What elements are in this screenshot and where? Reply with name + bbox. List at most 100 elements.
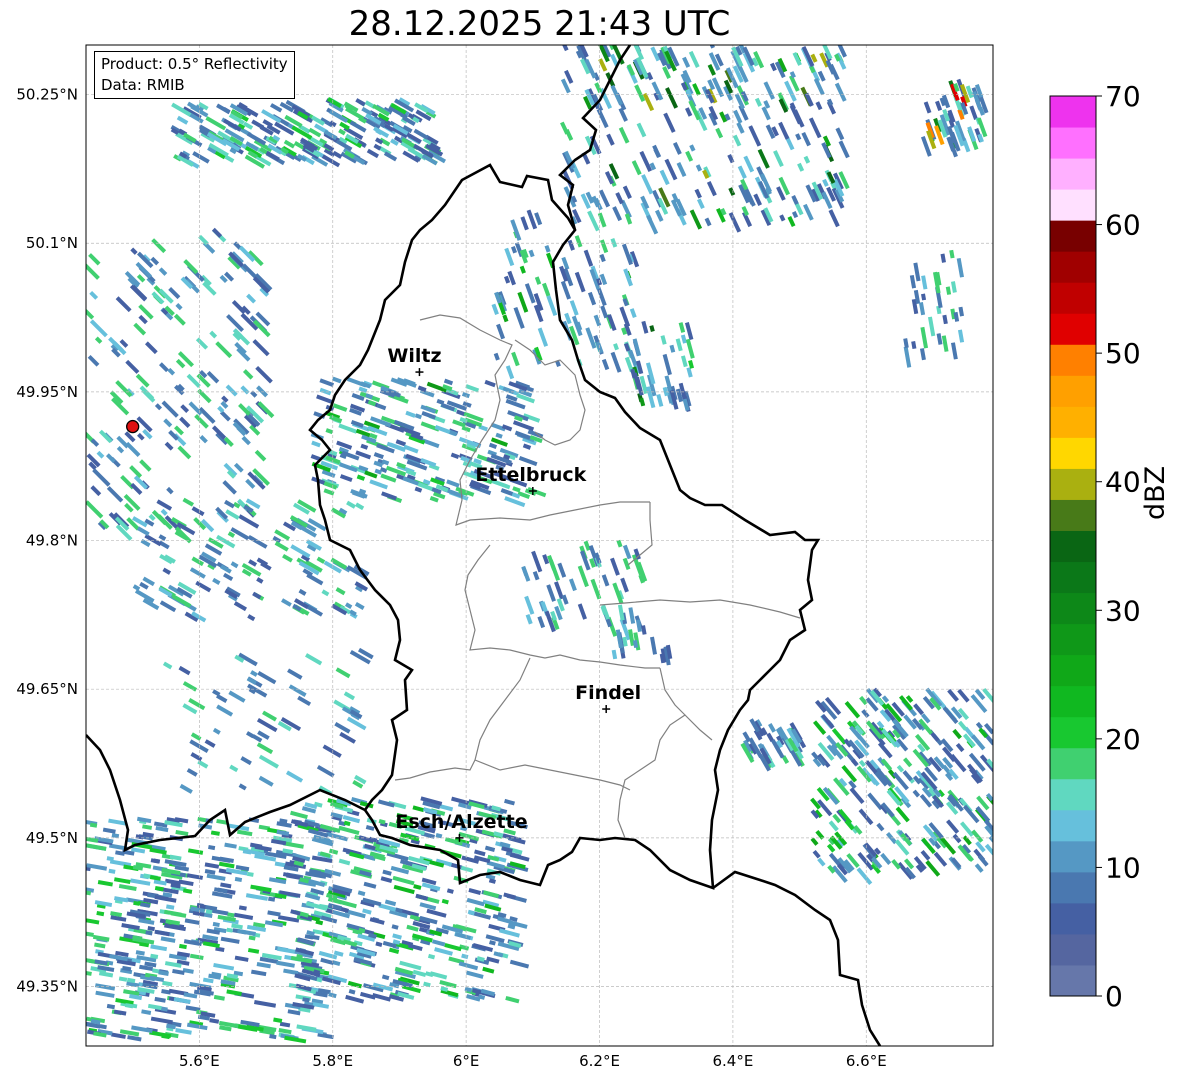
echo-cell — [856, 867, 873, 886]
echo-cell — [498, 928, 520, 938]
echo-cell — [86, 918, 100, 925]
echo-cell — [216, 103, 231, 115]
echo-cell — [952, 833, 962, 844]
echo-cell — [560, 121, 570, 135]
echo-cell — [355, 98, 366, 107]
echo-cell — [610, 84, 623, 106]
echo-cell — [192, 151, 210, 164]
echo-cell — [359, 991, 376, 1000]
echo-cell — [242, 369, 254, 380]
echo-cell — [158, 534, 167, 541]
echo-cell — [125, 359, 140, 374]
echo-cell — [511, 245, 518, 254]
echo-cell — [163, 418, 173, 428]
echo-cell — [606, 133, 615, 146]
echo-cell — [933, 851, 948, 867]
echo-cell — [276, 960, 295, 968]
echo-cell — [656, 394, 664, 407]
echo-cell — [221, 395, 229, 403]
echo-cell — [319, 378, 335, 388]
echo-cell — [925, 860, 941, 877]
echo-cell — [583, 249, 594, 267]
echo-cell — [601, 358, 610, 371]
echo-cell — [903, 757, 913, 768]
echo-cell — [320, 957, 334, 966]
echo-cell — [212, 727, 221, 735]
echo-cell — [942, 314, 948, 325]
echo-cell — [561, 45, 569, 52]
echo-cell — [779, 214, 786, 222]
radar-site-marker — [126, 419, 140, 434]
echo-cell — [189, 953, 204, 960]
echo-cell — [147, 1003, 162, 1011]
echo-cell — [179, 416, 191, 428]
echo-cell — [920, 326, 929, 349]
lat-tick-label: 50.25°N — [16, 86, 78, 104]
echo-cell — [175, 829, 189, 837]
echo-cell — [706, 181, 717, 197]
echo-cell — [815, 829, 825, 840]
echo-cell — [233, 462, 244, 473]
echo-cell — [139, 581, 149, 590]
echo-cell — [921, 293, 927, 301]
echo-cell — [704, 217, 712, 227]
echo-cell — [502, 314, 509, 323]
echo-cell — [936, 333, 943, 345]
echo-cell — [290, 810, 308, 820]
echo-cell — [251, 119, 265, 130]
echo-cell — [253, 1000, 277, 1008]
echo-cell — [229, 764, 239, 773]
echo-cell — [247, 947, 260, 954]
echo-cell — [238, 514, 260, 529]
echo-cell — [216, 704, 234, 717]
echo-cell — [838, 140, 850, 159]
echo-cell — [465, 384, 480, 393]
echo-cell — [254, 449, 267, 462]
echo-cell — [520, 216, 529, 231]
echo-cell — [763, 81, 775, 100]
echo-cell — [160, 508, 168, 516]
data-source-label: Data: RMIB — [101, 76, 185, 94]
echo-cell — [488, 442, 498, 449]
echo-cell — [727, 154, 735, 164]
echo-cell — [639, 397, 646, 407]
echo-cell — [160, 936, 176, 943]
echo-cell — [620, 577, 629, 593]
echo-cell — [546, 295, 558, 317]
echo-cell — [162, 980, 173, 987]
echo-cell — [220, 936, 240, 944]
echo-cell — [694, 188, 702, 199]
echo-cell — [215, 341, 233, 359]
echo-cell — [162, 661, 173, 670]
echo-cell — [521, 566, 529, 577]
echo-cell — [139, 385, 155, 401]
echo-cell — [186, 768, 198, 777]
echo-cell — [257, 401, 275, 419]
echo-cell — [86, 309, 95, 320]
city-label: Esch/Alzette — [395, 811, 527, 833]
echo-cell — [274, 541, 289, 552]
echo-cell — [791, 211, 799, 219]
echo-cell — [611, 649, 618, 660]
echo-cell — [434, 947, 453, 956]
echo-cell — [132, 584, 141, 591]
echo-cell — [86, 931, 94, 937]
echo-cell — [202, 977, 214, 984]
echo-cell — [262, 710, 277, 722]
echo-cell — [715, 127, 724, 139]
echo-cell — [297, 695, 312, 707]
echo-cell — [509, 959, 530, 969]
echo-cell — [220, 882, 232, 889]
echo-cell — [680, 334, 687, 344]
echo-cell — [489, 940, 496, 946]
echo-cell — [195, 580, 212, 593]
echo-cell — [748, 125, 762, 147]
echo-cell — [460, 865, 474, 873]
echo-cell — [363, 881, 377, 889]
lat-tick-label: 49.95°N — [16, 383, 78, 401]
echo-cell — [94, 336, 103, 344]
echo-cell — [754, 97, 763, 107]
echo-cell — [876, 822, 885, 832]
echo-cell — [113, 877, 131, 884]
echo-cell — [531, 550, 543, 573]
